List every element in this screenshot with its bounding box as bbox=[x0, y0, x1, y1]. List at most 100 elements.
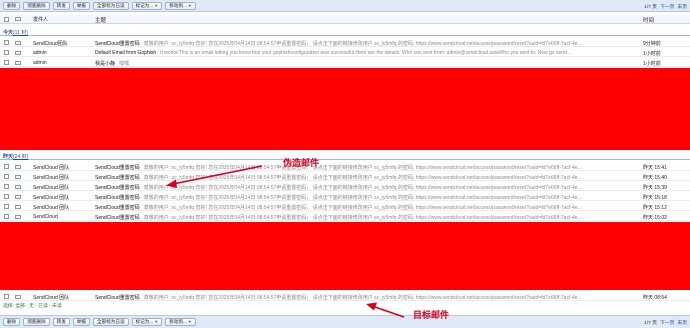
chevron-down-icon: ▼ bbox=[187, 2, 192, 8]
mail-sender: SendCloud bbox=[33, 213, 58, 220]
mail-subject[interactable]: 我是小静 嘿嘿 bbox=[95, 60, 640, 67]
group-header-yesterday[interactable]: 昨天(24 封) bbox=[0, 152, 690, 160]
chevron-down-icon: ▼ bbox=[187, 319, 192, 324]
row-checkbox[interactable] bbox=[4, 60, 9, 65]
forward-button[interactable]: 转发 bbox=[52, 318, 70, 326]
mail-sender: SendCloud 团队 bbox=[33, 174, 70, 181]
mail-subject[interactable]: SendCloud重置密码 尊敬的用户: sc_iy5mfq 您好! 您在2025… bbox=[95, 214, 640, 221]
mail-row[interactable]: SendCloud 团队 SendCloud重置密码 尊敬的用户: sc_iy5m… bbox=[0, 192, 690, 201]
target-mail-annotation: 目标邮件 bbox=[413, 310, 450, 320]
group-count[interactable]: (11 封) bbox=[13, 30, 28, 36]
pager: 1/7 页 下一页 末页 bbox=[644, 0, 687, 12]
row-checkbox[interactable] bbox=[4, 214, 9, 219]
envelope-icon bbox=[15, 17, 21, 21]
fake-mail-annotation: 伪造邮件 bbox=[283, 158, 320, 168]
mail-date: 9分钟前 bbox=[643, 40, 661, 47]
row-checkbox[interactable] bbox=[4, 294, 9, 299]
envelope-icon bbox=[15, 204, 21, 209]
row-checkbox[interactable] bbox=[4, 50, 9, 55]
envelope-icon bbox=[15, 164, 21, 169]
column-header: 发件人 主题 时间 bbox=[0, 15, 690, 24]
page-indicator: 1/7 页 bbox=[644, 321, 657, 326]
selection-shortcuts[interactable]: 选择: 全部 - 无 - 已读 - 未读 bbox=[3, 302, 62, 309]
mail-date: 昨天 08:54 bbox=[643, 294, 667, 301]
mail-row[interactable]: SendCloud团队 SendCloud重置密码 尊敬的用户: sc_iy5mf… bbox=[0, 38, 690, 47]
envelope-icon bbox=[15, 50, 21, 55]
mail-subject[interactable]: SendCloud重置密码 尊敬的用户: sc_iy5mfq 您好! 您在2025… bbox=[95, 294, 640, 301]
row-checkbox[interactable] bbox=[4, 184, 9, 189]
row-checkbox[interactable] bbox=[4, 204, 9, 209]
mail-sender: admin bbox=[33, 59, 47, 66]
mail-sender: SendCloud 团队 bbox=[33, 164, 70, 171]
last-page-link[interactable]: 末页 bbox=[677, 319, 687, 326]
mail-sender: admin bbox=[33, 49, 47, 56]
mark-as-dropdown[interactable]: 标记为... ▼ bbox=[131, 1, 163, 10]
envelope-icon bbox=[15, 40, 21, 45]
mark-all-read-button[interactable]: 全部标为已读 bbox=[93, 1, 129, 10]
next-page-link[interactable]: 下一页 bbox=[660, 319, 674, 326]
row-checkbox[interactable] bbox=[4, 174, 9, 179]
last-page-link[interactable]: 末页 bbox=[677, 3, 687, 10]
delete-button[interactable]: 删除 bbox=[3, 1, 21, 10]
report-button[interactable]: 举报 bbox=[72, 1, 90, 10]
mail-row[interactable]: SendCloud SendCloud重置密码 尊敬的用户: sc_iy5mfq … bbox=[0, 212, 690, 221]
envelope-icon bbox=[15, 294, 21, 299]
envelope-icon bbox=[15, 60, 21, 65]
mail-row[interactable]: SendCloud 团队 SendCloud重置密码 尊敬的用户: sc_iy5m… bbox=[0, 162, 690, 171]
mail-subject[interactable]: SendCloud重置密码 尊敬的用户: sc_iy5mfq 您好! 您在2025… bbox=[95, 194, 640, 201]
mail-sender: SendCloud 团队 bbox=[33, 194, 70, 201]
mail-row[interactable]: SendCloud 团队 SendCloud重置密码 尊敬的用户: sc_iy5m… bbox=[0, 182, 690, 191]
mail-sender: SendCloud团队 bbox=[33, 40, 68, 47]
sender-column-header[interactable]: 发件人 bbox=[33, 16, 89, 23]
top-toolbar: 删除 彻底删除 转发 举报 全部标为已读 标记为... ▼ 移动到... ▼ 1/7… bbox=[0, 0, 690, 12]
permanent-delete-button[interactable]: 彻底删除 bbox=[23, 318, 50, 326]
mail-subject[interactable]: SendCloud重置密码 尊敬的用户: sc_iy5mfq 您好! 您在2025… bbox=[95, 40, 640, 47]
mail-subject[interactable]: SendCloud重置密码 尊敬的用户: sc_iy5mfq 您好! 您在2025… bbox=[95, 184, 640, 191]
mail-date: 1小时前 bbox=[643, 60, 661, 67]
mark-as-dropdown[interactable]: 标记为... ▼ bbox=[131, 318, 163, 326]
mail-subject[interactable]: Default Email from Gophish It works!This … bbox=[95, 50, 640, 56]
mail-row[interactable]: admin Default Email from Gophish It works… bbox=[0, 48, 690, 57]
select-all-checkbox[interactable] bbox=[4, 16, 9, 22]
row-checkbox[interactable] bbox=[4, 164, 9, 169]
move-to-dropdown[interactable]: 移动到... ▼ bbox=[165, 1, 196, 10]
mail-subject[interactable]: SendCloud重置密码 尊敬的用户: sc_iy5mfq 您好! 您在2025… bbox=[95, 164, 640, 171]
redaction-block bbox=[0, 68, 690, 150]
group-header-today[interactable]: 今天(11 封) bbox=[0, 28, 690, 36]
mail-date: 昨天 15:02 bbox=[643, 214, 667, 221]
mail-date: 1小时前 bbox=[643, 50, 661, 57]
envelope-icon bbox=[15, 174, 21, 179]
permanent-delete-button[interactable]: 彻底删除 bbox=[23, 1, 50, 10]
report-button[interactable]: 举报 bbox=[72, 318, 90, 326]
forward-button[interactable]: 转发 bbox=[52, 1, 70, 10]
chevron-down-icon: ▼ bbox=[154, 319, 159, 324]
envelope-icon bbox=[15, 184, 21, 189]
mail-date: 昨天 15:41 bbox=[643, 164, 667, 171]
envelope-icon bbox=[15, 194, 21, 199]
mail-row[interactable]: SendCloud 团队 SendCloud重置密码 尊敬的用户: sc_iy5m… bbox=[0, 202, 690, 211]
next-page-link[interactable]: 下一页 bbox=[660, 3, 674, 10]
mail-sender: SendCloud 团队 bbox=[33, 204, 70, 211]
row-checkbox[interactable] bbox=[4, 194, 9, 199]
mail-date: 昨天 15:18 bbox=[643, 194, 667, 201]
target-mail-arrowhead bbox=[366, 302, 377, 311]
mail-row[interactable]: admin 我是小静 嘿嘿 1小时前 bbox=[0, 58, 690, 67]
date-column-header[interactable]: 时间 bbox=[643, 16, 654, 24]
mail-subject[interactable]: SendCloud重置密码 尊敬的用户: sc_iy5mfq 您好! 您在2025… bbox=[95, 204, 640, 211]
group-label: 今天 bbox=[3, 30, 14, 36]
subject-column-header[interactable]: 主题 bbox=[95, 16, 106, 24]
mail-subject[interactable]: SendCloud重置密码 尊敬的用户: sc_iy5mfq 您好! 您在2025… bbox=[95, 174, 640, 181]
chevron-down-icon: ▼ bbox=[154, 2, 159, 8]
envelope-icon bbox=[15, 214, 21, 219]
bottom-toolbar: 删除 彻底删除 转发 举报 全部标为已读 标记为... ▼ 移动到... ▼ 1/7… bbox=[0, 315, 690, 328]
group-count[interactable]: (24 封) bbox=[13, 154, 28, 160]
mail-date: 昨天 15:40 bbox=[643, 174, 667, 181]
mark-all-read-button[interactable]: 全部标为已读 bbox=[93, 318, 129, 326]
mail-row[interactable]: SendCloud 团队 SendCloud重置密码 尊敬的用户: sc_iy5m… bbox=[0, 292, 690, 301]
delete-button[interactable]: 删除 bbox=[3, 318, 21, 326]
row-checkbox[interactable] bbox=[4, 40, 9, 45]
mail-row[interactable]: SendCloud 团队 SendCloud重置密码 尊敬的用户: sc_iy5m… bbox=[0, 172, 690, 181]
move-to-dropdown[interactable]: 移动到... ▼ bbox=[165, 318, 196, 326]
mail-sender: SendCloud 团队 bbox=[33, 294, 70, 301]
mail-sender: SendCloud 团队 bbox=[33, 184, 70, 191]
